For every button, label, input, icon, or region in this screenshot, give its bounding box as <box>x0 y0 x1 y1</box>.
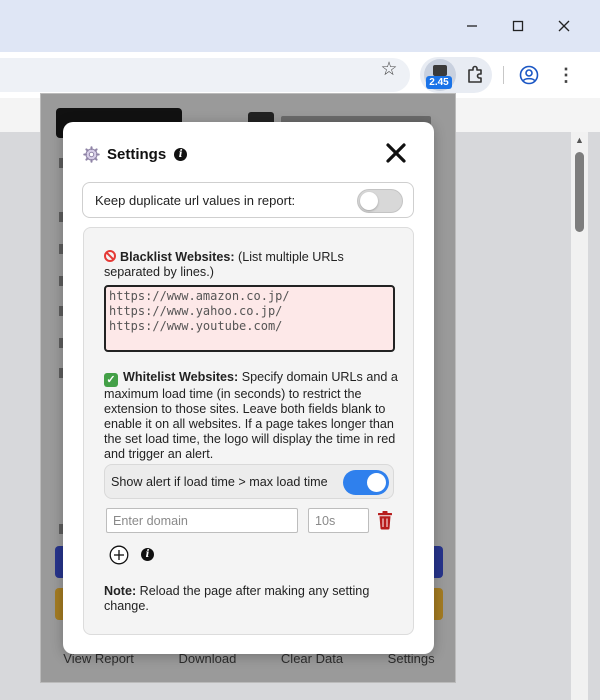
whitelist-heading: Whitelist Websites: <box>123 370 239 384</box>
close-icon <box>558 20 570 32</box>
toggle-knob <box>367 473 386 492</box>
add-domain-icon[interactable] <box>109 545 129 565</box>
gear-icon <box>83 145 100 163</box>
profile-avatar-icon[interactable] <box>519 65 539 85</box>
duplicate-urls-setting: Keep duplicate url values in report: <box>82 182 414 218</box>
browser-menu-icon[interactable]: ⋮ <box>557 65 575 85</box>
alert-toggle-label: Show alert if load time > max load time <box>111 474 328 489</box>
note-text: Reload the page after making any setting… <box>104 584 370 613</box>
duplicate-urls-label: Keep duplicate url values in report: <box>95 192 296 208</box>
toolbar-divider <box>503 66 504 84</box>
no-entry-icon <box>104 250 116 262</box>
maximize-icon <box>512 20 524 32</box>
minimize-icon <box>467 25 477 27</box>
alert-setting: Show alert if load time > max load time <box>104 464 394 499</box>
close-icon[interactable] <box>384 141 408 165</box>
info-icon[interactable]: i <box>141 548 154 561</box>
blacklist-heading: Blacklist Websites: <box>120 250 235 264</box>
browser-toolbar: ☆ 2.45 ⋮ <box>0 52 600 98</box>
address-bar[interactable] <box>0 58 410 92</box>
scroll-up-arrow-icon[interactable]: ▲ <box>573 135 586 145</box>
note-label: Note: <box>104 584 137 598</box>
settings-modal: Settings i Keep duplicate url values in … <box>63 122 434 654</box>
image-icon <box>433 65 447 76</box>
settings-header: Settings i <box>83 142 413 166</box>
blacklist-textarea[interactable]: https://www.amazon.co.jp/ https://www.ya… <box>104 285 395 352</box>
extension-load-time-badge: 2.45 <box>426 76 452 89</box>
toggle-knob <box>360 192 378 210</box>
close-window-button[interactable] <box>546 14 582 38</box>
check-mark-icon: ✓ <box>104 373 118 387</box>
info-icon[interactable]: i <box>174 147 188 161</box>
blacklist-description: Blacklist Websites: (List multiple URLs … <box>104 250 399 280</box>
whitelist-description: ✓ Whitelist Websites: Specify domain URLs… <box>104 370 399 462</box>
page-scrollbar[interactable]: ▲ <box>571 132 588 700</box>
max-load-time-input[interactable] <box>308 508 369 533</box>
domain-input[interactable] <box>106 508 298 533</box>
site-filter-panel: Blacklist Websites: (List multiple URLs … <box>83 227 414 635</box>
settings-title: Settings <box>107 145 167 163</box>
trash-icon[interactable] <box>376 510 394 530</box>
minimize-button[interactable] <box>454 14 490 38</box>
browser-titlebar <box>0 0 600 52</box>
maximize-button[interactable] <box>500 14 536 38</box>
reload-note: Note: Reload the page after making any s… <box>104 584 399 614</box>
bookmark-star-icon[interactable]: ☆ <box>377 59 401 81</box>
scroll-thumb[interactable] <box>575 152 584 232</box>
extensions-puzzle-icon[interactable] <box>464 64 486 86</box>
alert-toggle[interactable] <box>343 470 389 495</box>
duplicate-urls-toggle[interactable] <box>357 189 403 213</box>
